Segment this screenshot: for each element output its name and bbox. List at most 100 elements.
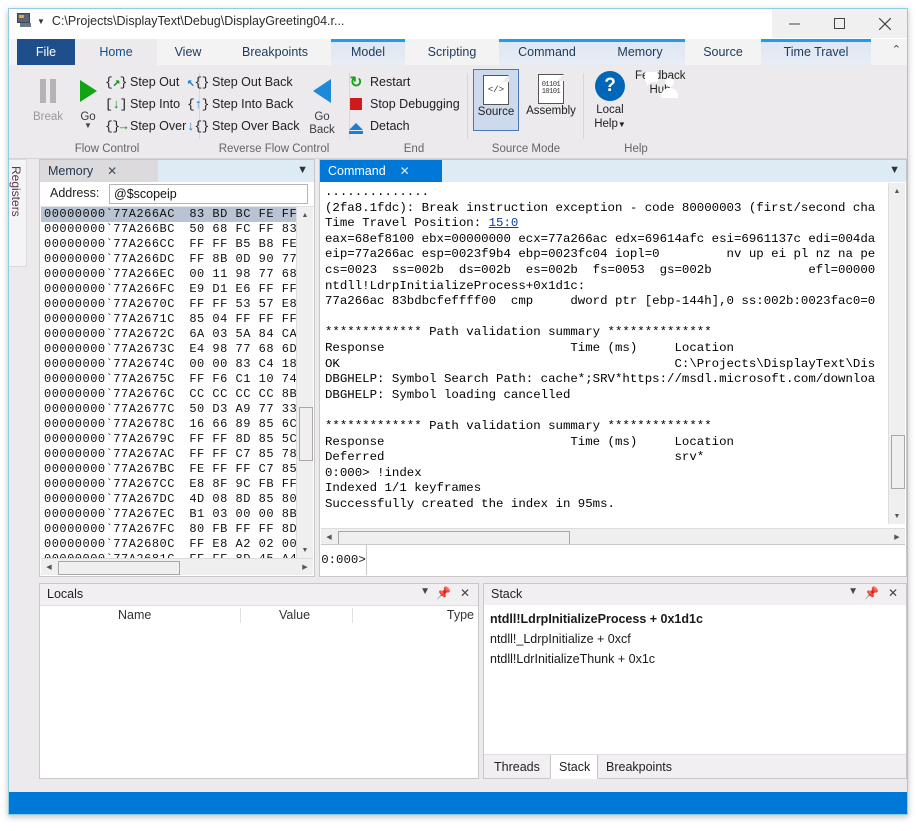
scroll-right-button[interactable]: ▶ [297, 559, 313, 575]
address-label: Address: [50, 186, 99, 200]
tab-file[interactable]: File [17, 39, 75, 65]
memory-horizontal-scrollbar[interactable]: ◀ ▶ [41, 558, 313, 575]
source-mode-button[interactable]: </> Source [473, 69, 519, 131]
step-into-button[interactable]: [↓] Step Into [107, 93, 180, 115]
chevron-down-icon[interactable]: ▼ [420, 586, 430, 597]
go-back-button[interactable]: Go Back [299, 71, 345, 137]
close-icon[interactable]: ✕ [460, 586, 470, 600]
tab-view[interactable]: View [157, 39, 219, 65]
memory-row[interactable]: 00000000`77A267FC 80 FB FF FF 8D 85 [41, 522, 298, 537]
restart-button[interactable]: ↻ Restart [347, 71, 410, 93]
scroll-down-button[interactable]: ▼ [889, 508, 905, 524]
memory-row[interactable]: 00000000`77A266FC E9 D1 E6 FF FF 3D [41, 282, 298, 297]
step-over-button[interactable]: {}→ Step Over [107, 115, 186, 137]
scroll-up-button[interactable]: ▲ [297, 207, 313, 223]
tab-command[interactable]: Command [499, 39, 595, 65]
memory-row[interactable]: 00000000`77A266DC FF 8B 0D 90 77 A9 [41, 252, 298, 267]
step-out-back-button[interactable]: ↖{} Step Out Back [189, 71, 293, 93]
memory-row[interactable]: 00000000`77A266EC 00 11 98 77 68 F8 [41, 267, 298, 282]
stack-frame-list[interactable]: ntdll!LdrpInitializeProcess + 0x1d1c ntd… [484, 605, 906, 754]
memory-hscroll-thumb[interactable] [58, 561, 180, 575]
tab-breakpoints[interactable]: Breakpoints [598, 755, 690, 778]
memory-row[interactable]: 00000000`77A2678C 16 66 89 85 6C FB [41, 417, 298, 432]
scroll-down-button[interactable]: ▼ [297, 542, 313, 558]
memory-row[interactable]: 00000000`77A2674C 00 00 83 C4 18 8B [41, 357, 298, 372]
memory-vertical-scrollbar[interactable]: ▲ ▼ [296, 207, 313, 558]
list-item[interactable]: ntdll!_LdrpInitialize + 0xcf [490, 629, 906, 649]
pin-icon[interactable]: 📌 [864, 586, 879, 600]
tab-breakpoints[interactable]: Breakpoints [219, 39, 331, 65]
memory-row[interactable]: 00000000`77A267CC E8 8F 9C FB FF 8B [41, 477, 298, 492]
command-panel-tab[interactable]: Command ✕ [320, 160, 442, 182]
chevron-down-icon[interactable]: ▼ [848, 586, 858, 597]
memory-row[interactable]: 00000000`77A2672C 6A 03 5A 84 CA 74 [41, 327, 298, 342]
chevron-down-icon[interactable]: ▼ [37, 16, 45, 26]
pin-icon[interactable]: 📌 [436, 586, 451, 600]
step-into-back-button[interactable]: {↑} Step Into Back [189, 93, 293, 115]
scroll-left-button[interactable]: ◀ [41, 559, 57, 575]
tab-home[interactable]: Home [75, 39, 157, 65]
sidebar-item-registers[interactable]: Registers [9, 159, 27, 267]
memory-row[interactable]: 00000000`77A266CC FF FF B5 B8 FE FF [41, 237, 298, 252]
command-scroll-thumb[interactable] [891, 435, 905, 489]
memory-row[interactable]: 00000000`77A267DC 4D 08 8D 85 80 FB [41, 492, 298, 507]
assembly-mode-button[interactable]: 0110110101 Assembly [523, 69, 579, 131]
memory-row[interactable]: 00000000`77A2677C 50 D3 A9 77 33 C5 [41, 402, 298, 417]
collapse-ribbon-icon[interactable]: ⌃ [892, 43, 901, 56]
address-input[interactable] [109, 184, 308, 204]
command-output[interactable]: .............. (2fa8.1fdc): Break instru… [321, 183, 889, 524]
memory-row[interactable]: 00000000`77A267AC FF FF C7 85 78 FB [41, 447, 298, 462]
column-header-type[interactable]: Type [352, 608, 478, 623]
memory-row[interactable]: 00000000`77A266BC 50 68 FC FF 83 BD [41, 222, 298, 237]
list-item[interactable]: ntdll!LdrInitializeThunk + 0x1c [490, 649, 906, 669]
tab-time-travel[interactable]: Time Travel [761, 39, 871, 65]
tab-stack[interactable]: Stack [550, 755, 598, 779]
list-item[interactable]: ntdll!LdrpInitializeProcess + 0x1d1c [490, 609, 906, 629]
scroll-right-button[interactable]: ▶ [889, 529, 905, 545]
detach-button[interactable]: Detach [347, 115, 410, 137]
memory-row[interactable]: 00000000`77A2670C FF FF 53 57 E8 7B [41, 297, 298, 312]
break-label: Break [33, 111, 63, 123]
tab-memory[interactable]: Memory [595, 39, 685, 65]
tab-model[interactable]: Model [331, 39, 405, 65]
step-out-button[interactable]: {↗} Step Out [107, 71, 179, 93]
memory-row[interactable]: 00000000`77A2679C FF FF 8D 85 5C FB [41, 432, 298, 447]
feedback-hub-button[interactable]: Feedback Hub [635, 69, 685, 97]
column-header-value[interactable]: Value [240, 608, 352, 623]
command-hscroll-thumb[interactable] [338, 531, 570, 545]
memory-row[interactable]: 00000000`77A267BC FE FF FF C7 85 70 [41, 462, 298, 477]
tab-source[interactable]: Source [685, 39, 761, 65]
tab-threads[interactable]: Threads [486, 755, 550, 778]
command-vertical-scrollbar[interactable]: ▲ ▼ [888, 183, 905, 524]
local-help-button[interactable]: ? Local Help▼ [585, 69, 635, 131]
close-icon[interactable]: ✕ [400, 164, 410, 178]
close-icon[interactable]: ✕ [888, 586, 898, 600]
step-over-back-button[interactable]: ↓{} Step Over Back [189, 115, 300, 137]
memory-row[interactable]: 00000000`77A266AC 83 BD BC FE FF FF [41, 207, 298, 222]
memory-row[interactable]: 00000000`77A2680C FF E8 A2 02 00 00 [41, 537, 298, 552]
memory-row[interactable]: 00000000`77A2673C E4 98 77 68 6D 11 [41, 342, 298, 357]
chevron-down-icon[interactable]: ▼ [889, 164, 900, 176]
minimize-button[interactable] [772, 9, 817, 38]
close-icon[interactable]: ✕ [107, 164, 117, 178]
command-horizontal-scrollbar[interactable]: ◀ ▶ [321, 528, 905, 545]
column-header-name[interactable]: Name [40, 608, 240, 623]
local-help-dropdown-icon[interactable]: ▼ [618, 120, 626, 129]
stop-debugging-button[interactable]: Stop Debugging [347, 93, 460, 115]
memory-row[interactable]: 00000000`77A2671C 85 04 FF FF FF E9 [41, 312, 298, 327]
maximize-button[interactable] [817, 9, 862, 38]
memory-row[interactable]: 00000000`77A2675C FF F6 C1 10 74 01 [41, 372, 298, 387]
memory-row[interactable]: 00000000`77A2676C CC CC CC CC 8B FF [41, 387, 298, 402]
memory-hex-grid[interactable]: 00000000`77A266AC 83 BD BC FE FF FF 0000… [41, 207, 298, 558]
close-button[interactable] [862, 9, 907, 38]
chevron-down-icon[interactable]: ▼ [297, 164, 308, 176]
memory-scroll-thumb[interactable] [299, 407, 313, 461]
time-travel-position-link[interactable]: 15:0 [489, 216, 519, 230]
command-input[interactable] [367, 545, 905, 575]
scroll-up-button[interactable]: ▲ [889, 183, 905, 199]
tab-scripting[interactable]: Scripting [405, 39, 499, 65]
locals-list[interactable] [40, 625, 478, 778]
memory-row[interactable]: 00000000`77A267EC B1 03 00 00 8B F0 [41, 507, 298, 522]
scroll-left-button[interactable]: ◀ [321, 529, 337, 545]
memory-panel-tab[interactable]: Memory ✕ [40, 160, 158, 182]
